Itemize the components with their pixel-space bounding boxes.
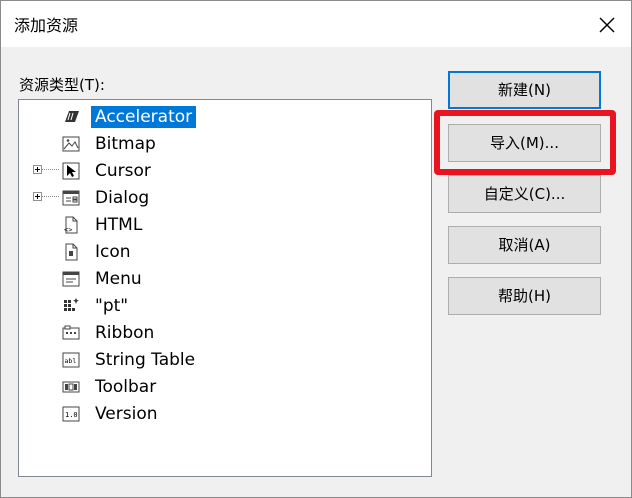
svg-text:abl: abl	[65, 357, 77, 365]
tree-item[interactable]: Icon	[19, 239, 419, 265]
html-icon: <>	[61, 215, 81, 235]
tree-connector	[42, 169, 59, 170]
tree-item-label: Accelerator	[91, 106, 197, 128]
tree-item-label: Version	[95, 404, 158, 424]
dialog-icon	[61, 188, 81, 208]
expand-icon[interactable]	[33, 192, 42, 201]
version-icon: 1.0	[61, 404, 81, 424]
tree-item-label: Ribbon	[95, 323, 155, 343]
add-resource-dialog: 添加资源 资源类型(T): Accelerator Bitmap Cursor Dia…	[0, 0, 632, 498]
resource-type-tree[interactable]: Accelerator Bitmap Cursor Dialog <> HTML Icon M…	[18, 99, 432, 477]
tree-item[interactable]: "pt"	[19, 293, 419, 319]
menu-icon	[61, 269, 81, 289]
cursor-icon	[61, 161, 81, 181]
tree-item-label: Toolbar	[95, 377, 157, 397]
svg-text:<>: <>	[64, 226, 72, 234]
help-button[interactable]: 帮助(H)	[448, 277, 601, 315]
tree-item[interactable]: Cursor	[19, 158, 419, 184]
string-table-icon: abl	[61, 350, 81, 370]
tree-item-label: String Table	[95, 350, 196, 370]
dialog-title: 添加资源	[14, 16, 79, 35]
highlight-annotation	[434, 110, 616, 175]
bitmap-icon	[61, 134, 81, 154]
tree-item-label: Cursor	[95, 161, 151, 181]
tree-item-label: HTML	[95, 215, 143, 235]
icon-resource-icon	[61, 242, 81, 262]
tree-item-label: "pt"	[95, 296, 129, 316]
tree-item[interactable]: Menu	[19, 266, 419, 292]
tree-item-label: Menu	[95, 269, 142, 289]
tree-item[interactable]: 1.0 Version	[19, 401, 419, 427]
cancel-button[interactable]: 取消(A)	[448, 226, 601, 264]
ribbon-icon	[61, 323, 81, 343]
resource-type-label: 资源类型(T):	[19, 76, 105, 94]
tree-item[interactable]: Bitmap	[19, 131, 419, 157]
expand-icon[interactable]	[33, 165, 42, 174]
tree-item[interactable]: Dialog	[19, 185, 419, 211]
accelerator-icon	[61, 107, 81, 127]
tree-item-label: Bitmap	[95, 134, 156, 154]
tree-item[interactable]: Toolbar	[19, 374, 419, 400]
close-icon[interactable]	[593, 11, 621, 39]
toolbar-icon	[61, 377, 81, 397]
svg-text:1.0: 1.0	[65, 411, 78, 419]
new-button[interactable]: 新建(N)	[448, 71, 601, 109]
tree-item[interactable]: Ribbon	[19, 320, 419, 346]
tree-item[interactable]: abl String Table	[19, 347, 419, 373]
custom-resource-icon	[61, 296, 81, 316]
tree-item[interactable]: Accelerator	[19, 104, 419, 130]
custom-button[interactable]: 自定义(C)...	[448, 175, 601, 213]
tree-item-label: Icon	[95, 242, 131, 262]
tree-item[interactable]: <> HTML	[19, 212, 419, 238]
tree-item-label: Dialog	[95, 188, 150, 208]
tree-connector	[42, 196, 59, 197]
title-bar: 添加资源	[1, 1, 631, 47]
